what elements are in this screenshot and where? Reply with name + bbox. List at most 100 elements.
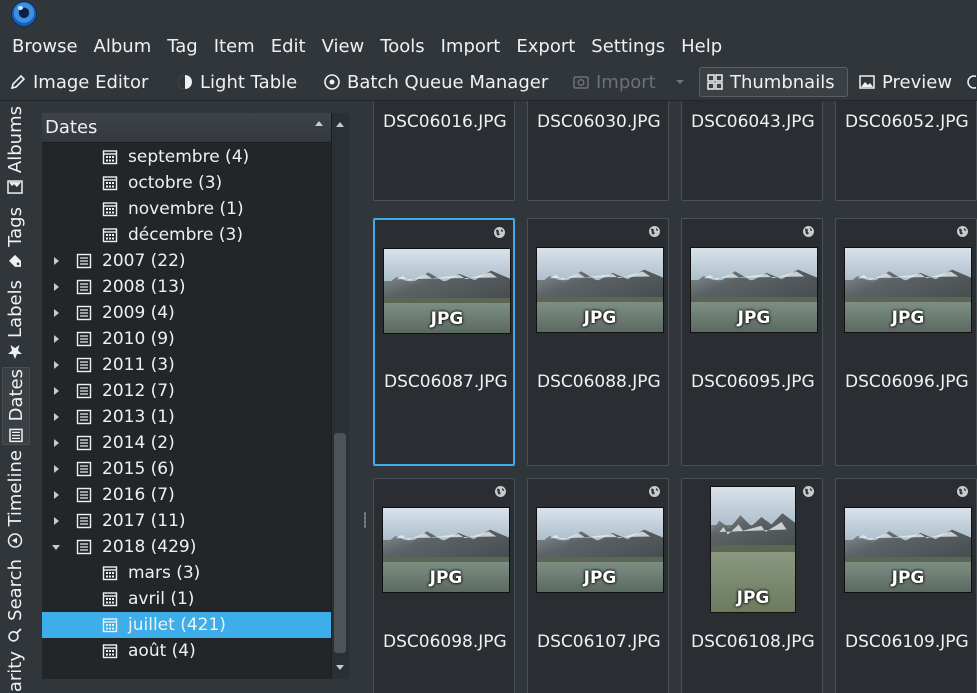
thumbnail-item[interactable]: JPG DSC06108.JPG xyxy=(681,478,823,693)
batch-queue-manager-button[interactable]: Batch Queue Manager xyxy=(323,67,548,97)
tab-dates[interactable]: Dates xyxy=(2,367,30,445)
tab-labels[interactable]: Labels xyxy=(2,277,28,363)
scroll-down-arrow-icon[interactable] xyxy=(336,665,344,670)
collapse-arrow-icon[interactable] xyxy=(52,545,60,550)
tree-row-month[interactable]: mars (3) xyxy=(42,560,331,586)
menu-tag[interactable]: Tag xyxy=(167,34,197,62)
tree-row-year[interactable]: 2018 (429) xyxy=(42,534,331,560)
tree-row-year[interactable]: 2009 (4) xyxy=(42,300,331,326)
menu-browse[interactable]: Browse xyxy=(12,34,78,62)
chevron-down-icon xyxy=(676,80,684,84)
thumbnail-item[interactable]: JPG DSC06098.JPG xyxy=(373,478,515,693)
expand-arrow-icon[interactable] xyxy=(54,491,59,499)
tree-row-month[interactable]: octobre (3) xyxy=(42,170,331,196)
tree-row-year[interactable]: 2008 (13) xyxy=(42,274,331,300)
menu-export[interactable]: Export xyxy=(516,34,575,62)
photo-thumbnail[interactable]: JPG xyxy=(536,247,664,333)
tab-timeline[interactable]: Timeline xyxy=(2,447,28,551)
tab-search[interactable]: Search xyxy=(2,555,28,647)
preview-label: Preview xyxy=(882,71,953,93)
expand-arrow-icon[interactable] xyxy=(54,335,59,343)
tree-row-month[interactable]: juillet (421) xyxy=(42,612,331,638)
photo-thumbnail[interactable]: JPG xyxy=(536,507,664,593)
panel-splitter-handle[interactable] xyxy=(364,512,366,528)
expand-arrow-icon[interactable] xyxy=(54,465,59,473)
tree-row-month[interactable]: septembre (4) xyxy=(42,144,331,170)
image-editor-button[interactable]: Image Editor xyxy=(9,67,148,97)
menu-import[interactable]: Import xyxy=(441,34,501,62)
tree-row-label: 2011 (3) xyxy=(102,355,175,375)
menu-help[interactable]: Help xyxy=(681,34,722,62)
menu-edit[interactable]: Edit xyxy=(271,34,306,62)
import-label: Import xyxy=(596,71,656,93)
grid-icon xyxy=(707,74,723,90)
tree-row-month[interactable]: août (4) xyxy=(42,638,331,664)
tree-row-label: 2017 (11) xyxy=(102,511,186,531)
expand-arrow-icon[interactable] xyxy=(54,387,59,395)
photo-thumbnail[interactable]: JPG xyxy=(844,247,972,333)
thumbnail-filename: DSC06095.JPG xyxy=(691,372,815,392)
thumbnail-item[interactable]: DSC06016.JPG xyxy=(373,101,515,201)
tree-row-year[interactable]: 2014 (2) xyxy=(42,430,331,456)
month-calendar-icon xyxy=(102,644,118,659)
dates-header-label: Dates xyxy=(45,117,98,138)
tree-row-year[interactable]: 2013 (1) xyxy=(42,404,331,430)
expand-arrow-icon[interactable] xyxy=(54,309,59,317)
import-button[interactable]: Import xyxy=(572,67,656,97)
expand-arrow-icon[interactable] xyxy=(54,361,59,369)
tree-row-month[interactable]: novembre (1) xyxy=(42,196,331,222)
menu-bar: Browse Album Tag Item Edit View Tools Im… xyxy=(0,34,977,62)
thumbnail-item[interactable]: JPG DSC06096.JPG xyxy=(835,218,977,466)
menu-settings[interactable]: Settings xyxy=(591,34,665,62)
dates-column-header[interactable]: Dates xyxy=(42,113,331,143)
thumbnail-item[interactable]: JPG DSC06095.JPG xyxy=(681,218,823,466)
scroll-up-arrow-icon[interactable] xyxy=(336,122,344,127)
expand-arrow-icon[interactable] xyxy=(54,283,59,291)
photo-thumbnail[interactable]: JPG xyxy=(383,248,511,334)
menu-view[interactable]: View xyxy=(322,34,365,62)
tree-row-month[interactable]: décembre (3) xyxy=(42,222,331,248)
photo-thumbnail[interactable]: JPG xyxy=(382,507,510,593)
menu-tools[interactable]: Tools xyxy=(380,34,424,62)
expand-arrow-icon[interactable] xyxy=(54,439,59,447)
thumbnail-item[interactable]: DSC06030.JPG xyxy=(527,101,669,201)
photo-thumbnail[interactable]: JPG xyxy=(844,507,972,593)
year-calendar-icon xyxy=(76,383,92,399)
tab-tags[interactable]: Tags xyxy=(2,203,28,273)
light-table-button[interactable]: Light Table xyxy=(176,67,297,97)
import-dropdown-arrow[interactable] xyxy=(675,67,691,97)
tab-similarity[interactable]: arity xyxy=(2,651,28,693)
file-format-badge: JPG xyxy=(429,568,463,588)
expand-arrow-icon[interactable] xyxy=(54,517,59,525)
thumbnails-view-button[interactable]: Thumbnails xyxy=(699,67,848,97)
expand-arrow-icon[interactable] xyxy=(54,413,59,421)
menu-item[interactable]: Item xyxy=(214,34,255,62)
tree-row-year[interactable]: 2010 (9) xyxy=(42,326,331,352)
tree-row-year[interactable]: 2012 (7) xyxy=(42,378,331,404)
thumbnail-item[interactable]: JPG DSC06087.JPG xyxy=(373,218,515,466)
scrollbar-handle[interactable] xyxy=(334,433,346,653)
tree-row-year[interactable]: 2011 (3) xyxy=(42,352,331,378)
year-calendar-icon xyxy=(76,461,92,477)
thumbnail-item[interactable]: JPG DSC06109.JPG xyxy=(835,478,977,693)
thumbnail-item[interactable]: DSC06052.JPG xyxy=(835,101,977,201)
photo-thumbnail[interactable]: JPG xyxy=(690,247,818,333)
thumbnail-grid: DSC06016.JPG DSC06030.JPG DSC06043.JPG DSC0… xyxy=(370,101,977,693)
menu-album[interactable]: Album xyxy=(94,34,152,62)
preview-view-button[interactable]: Preview xyxy=(858,67,952,97)
overflow-toolbar-button[interactable] xyxy=(962,67,977,97)
tab-albums[interactable]: Albums xyxy=(2,103,28,199)
expand-arrow-icon[interactable] xyxy=(54,257,59,265)
tree-row-year[interactable]: 2016 (7) xyxy=(42,482,331,508)
thumbnail-item[interactable]: DSC06043.JPG xyxy=(681,101,823,201)
photo-thumbnail[interactable]: JPG xyxy=(710,486,796,613)
tree-row-year[interactable]: 2007 (22) xyxy=(42,248,331,274)
tree-row-year[interactable]: 2015 (6) xyxy=(42,456,331,482)
geolocation-globe-icon xyxy=(957,226,968,237)
thumbnail-item[interactable]: JPG DSC06107.JPG xyxy=(527,478,669,693)
dates-tree-scrollbar[interactable] xyxy=(331,113,349,679)
year-calendar-icon xyxy=(76,357,92,373)
tree-row-month[interactable]: avril (1) xyxy=(42,586,331,612)
tree-row-year[interactable]: 2017 (11) xyxy=(42,508,331,534)
thumbnail-item[interactable]: JPG DSC06088.JPG xyxy=(527,218,669,466)
